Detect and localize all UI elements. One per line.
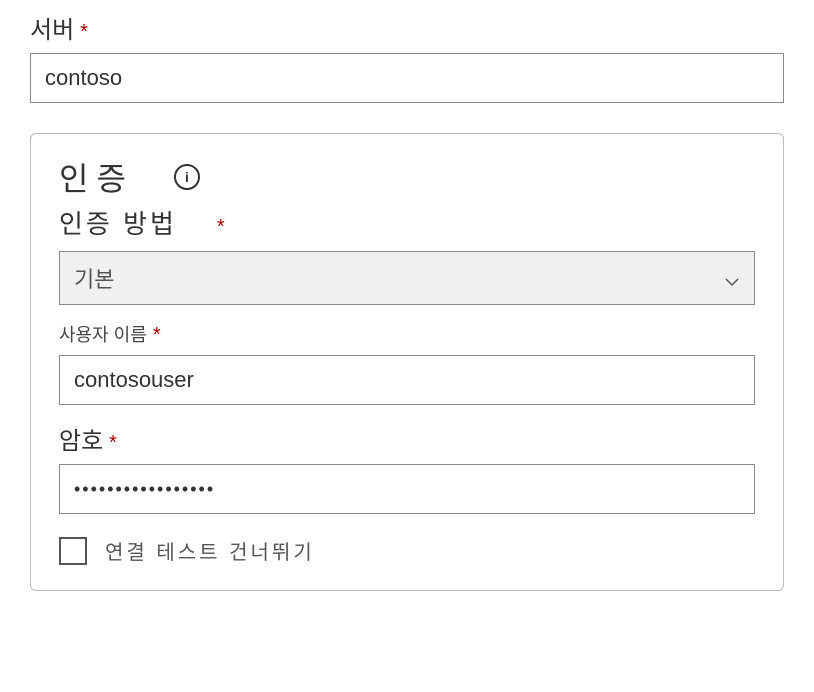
username-field-group: 사용자 이름 * — [59, 321, 755, 405]
auth-method-select-wrapper: 기본 — [59, 251, 755, 305]
password-field-group: 암호 * ••••••••••••••••• — [59, 421, 755, 514]
auth-title: 인증 — [59, 154, 134, 200]
password-label-text: 암호 — [59, 421, 103, 456]
skip-test-label: 연결 테스트 건너뛰기 — [105, 536, 315, 565]
password-label: 암호 * — [59, 421, 755, 456]
server-field-group: 서버 * — [30, 10, 784, 103]
auth-title-row: 인증 i — [59, 154, 755, 200]
skip-test-checkbox[interactable] — [59, 537, 87, 565]
required-indicator: * — [109, 432, 117, 455]
password-input[interactable]: ••••••••••••••••• — [59, 464, 755, 514]
username-label: 사용자 이름 * — [59, 321, 755, 347]
server-label-text: 서버 — [30, 10, 74, 45]
required-indicator: * — [217, 216, 225, 239]
auth-method-value: 기본 — [74, 262, 114, 294]
info-icon[interactable]: i — [174, 164, 200, 190]
auth-method-label: 인증 방법 — [59, 204, 177, 241]
required-indicator: * — [153, 324, 161, 347]
server-label: 서버 * — [30, 10, 784, 45]
auth-method-label-row: 인증 방법 * — [59, 204, 755, 241]
username-input[interactable] — [59, 355, 755, 405]
chevron-down-icon — [724, 270, 740, 286]
auth-method-select[interactable]: 기본 — [59, 251, 755, 305]
username-label-text: 사용자 이름 — [59, 321, 147, 347]
auth-panel: 인증 i 인증 방법 * 기본 사용자 이름 * 암호 * ••••••••••… — [30, 133, 784, 591]
required-indicator: * — [80, 21, 88, 44]
skip-test-row: 연결 테스트 건너뛰기 — [59, 536, 755, 565]
server-input[interactable] — [30, 53, 784, 103]
